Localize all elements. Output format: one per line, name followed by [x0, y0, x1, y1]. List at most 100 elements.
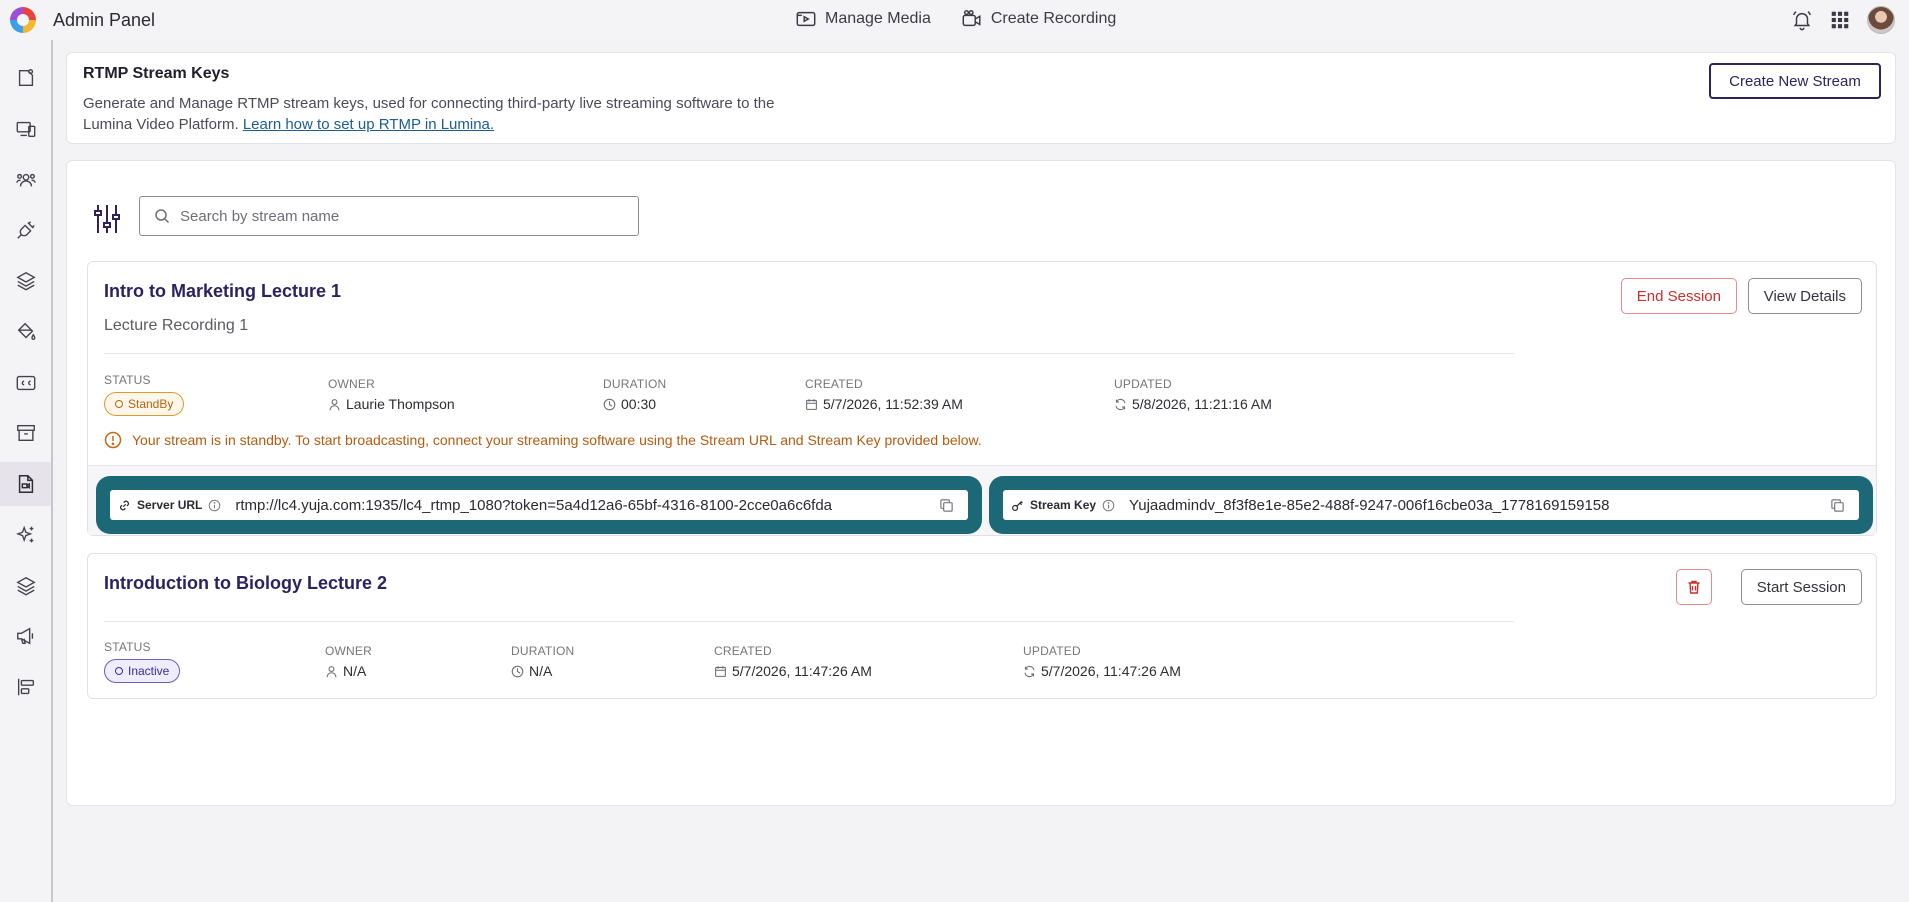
status-value: Inactive: [128, 664, 170, 678]
stream-key-value[interactable]: Yujaadmindv_8f3f8e1e-85e2-488f-9247-006f…: [1129, 497, 1609, 514]
filter-sliders-icon[interactable]: [93, 203, 121, 235]
sparkle-icon: [15, 525, 33, 543]
status-field: STATUS StandBy: [104, 373, 185, 416]
updated-field: UPDATED 5/7/2026, 11:47:26 AM: [1023, 644, 1181, 679]
server-url-value[interactable]: rtmp://lc4.yuja.com:1935/lc4_rtmp_1080?t…: [235, 497, 832, 514]
devices-icon: [16, 121, 35, 138]
rtmp-help-link[interactable]: Learn how to set up RTMP in Lumina.: [243, 116, 494, 133]
manage-media-label: Manage Media: [825, 10, 931, 27]
duration-value: N/A: [529, 663, 553, 679]
status-label: STATUS: [104, 640, 151, 654]
apps-grid-icon[interactable]: [1829, 9, 1851, 31]
start-session-button[interactable]: Start Session: [1740, 569, 1862, 605]
page-title: RTMP Stream Keys: [83, 65, 230, 82]
sidebar-item-broadcast[interactable]: [0, 614, 51, 658]
sidebar-item-layers[interactable]: [0, 259, 51, 303]
page-header-card: RTMP Stream Keys Generate and Manage RTM…: [66, 52, 1896, 144]
info-icon[interactable]: [208, 499, 221, 512]
owner-value: Laurie Thompson: [346, 396, 455, 412]
archive-icon: [16, 424, 35, 442]
sidebar-item-branding[interactable]: [0, 310, 51, 354]
sidebar-item-captions[interactable]: [0, 361, 51, 405]
closed-captions-icon: [16, 375, 35, 391]
app-logo-icon[interactable]: [10, 7, 36, 33]
stream-subtitle: Lecture Recording 1: [104, 317, 249, 334]
sidebar-item-users[interactable]: [0, 158, 51, 202]
status-label: STATUS: [104, 373, 151, 387]
sidebar-item-rtmp[interactable]: [0, 462, 51, 506]
sidebar: [0, 40, 53, 902]
layers-icon: [15, 271, 36, 291]
owner-label: OWNER: [325, 644, 372, 658]
refresh-icon: [1024, 665, 1035, 677]
sidebar-item-archive[interactable]: [0, 411, 51, 455]
owner-field: OWNER N/A: [325, 644, 372, 679]
created-label: CREATED: [714, 644, 772, 658]
streams-card: Intro to Marketing Lecture 1 Lecture Rec…: [66, 160, 1896, 806]
sidebar-item-integrations[interactable]: [0, 208, 51, 252]
duration-label: DURATION: [603, 377, 667, 391]
updated-field: UPDATED 5/8/2026, 11:21:16 AM: [1114, 377, 1272, 412]
calendar-icon: [806, 398, 817, 410]
duration-value: 00:30: [621, 396, 657, 412]
bell-icon[interactable]: [1791, 9, 1813, 31]
create-new-stream-button[interactable]: Create New Stream: [1709, 63, 1881, 99]
duration-field: DURATION 00:30: [603, 377, 666, 412]
link-icon: [120, 500, 129, 510]
owner-field: OWNER Laurie Thompson: [328, 377, 455, 412]
stream-key-field[interactable]: Stream Key Yujaadmindv_8f3f8e1e-85e2-488…: [1003, 490, 1859, 520]
top-actions: [1791, 6, 1895, 34]
divider: [104, 621, 1514, 622]
server-url-label: Server URL: [137, 498, 203, 512]
status-dot-icon: [115, 400, 123, 408]
info-warning-icon: [104, 431, 122, 449]
copy-icon[interactable]: [939, 498, 954, 513]
status-dot-icon: [115, 667, 123, 675]
sidebar-item-reports[interactable]: [0, 665, 51, 709]
created-field: CREATED 5/7/2026, 11:47:26 AM: [714, 644, 872, 679]
stream-key-label: Stream Key: [1030, 498, 1097, 512]
sidebar-item-dashboard[interactable]: [0, 56, 51, 100]
stream-keys-strip: Server URL rtmp://lc4.yuja.com:1935/lc4_…: [88, 465, 1876, 535]
sidebar-item-content[interactable]: [0, 564, 51, 608]
search-input[interactable]: [180, 207, 620, 225]
copy-icon[interactable]: [1830, 498, 1845, 513]
updated-value: 5/8/2026, 11:21:16 AM: [1132, 396, 1272, 412]
server-url-field[interactable]: Server URL rtmp://lc4.yuja.com:1935/lc4_…: [110, 490, 968, 520]
top-navigation: Manage Media Create Recording: [795, 8, 1116, 30]
status-field: STATUS Inactive: [104, 640, 181, 683]
created-field: CREATED 5/7/2026, 11:52:39 AM: [805, 377, 963, 412]
created-value: 5/7/2026, 11:52:39 AM: [823, 396, 963, 412]
manage-media-link[interactable]: Manage Media: [795, 8, 931, 30]
view-details-button[interactable]: View Details: [1747, 278, 1862, 314]
sidebar-item-devices[interactable]: [0, 107, 51, 151]
search-icon: [155, 209, 170, 224]
clock-icon: [511, 665, 524, 677]
user-avatar[interactable]: [1867, 6, 1895, 34]
key-icon: [1012, 500, 1023, 511]
info-icon[interactable]: [1102, 499, 1115, 512]
divider: [104, 353, 1514, 354]
trash-icon: [1688, 580, 1700, 594]
standby-warning: Your stream is in standby. To start broa…: [104, 431, 982, 449]
megaphone-icon: [16, 627, 33, 645]
top-bar: Admin Panel Manage Media Create Recordin…: [0, 0, 1909, 40]
search-box[interactable]: [139, 196, 639, 236]
sidebar-item-ai[interactable]: [0, 513, 51, 557]
end-session-button[interactable]: End Session: [1620, 278, 1737, 314]
delete-stream-button[interactable]: [1676, 569, 1712, 605]
refresh-icon: [1115, 398, 1126, 410]
stream-file-icon: [18, 475, 33, 493]
create-recording-link[interactable]: Create Recording: [961, 8, 1116, 30]
status-badge: StandBy: [104, 392, 185, 416]
updated-label: UPDATED: [1023, 644, 1081, 658]
person-icon: [329, 398, 340, 410]
owner-label: OWNER: [328, 377, 375, 391]
stream-title: Introduction to Biology Lecture 2: [104, 573, 387, 593]
video-camera-icon: [962, 10, 981, 27]
app-title: Admin Panel: [53, 10, 156, 30]
warning-text: Your stream is in standby. To start broa…: [132, 432, 982, 448]
stack-icon: [15, 576, 36, 596]
clock-icon: [603, 398, 616, 410]
duration-field: DURATION N/A: [511, 644, 574, 679]
